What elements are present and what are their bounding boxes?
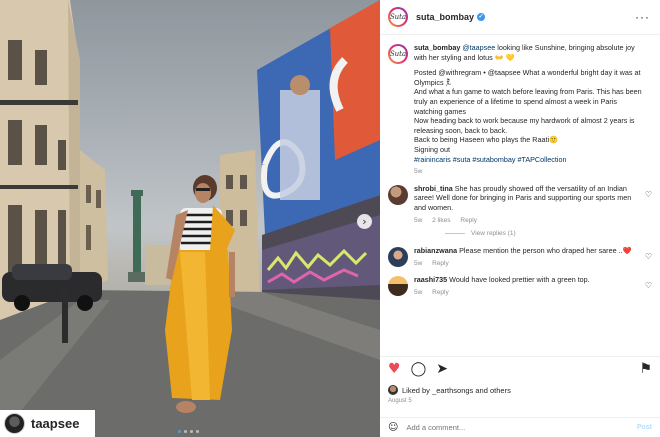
comment-time: 5w [414, 259, 423, 267]
post-actions-bar: ♥ ◯ ➤ ⚑ [380, 356, 660, 380]
tagged-user-chip[interactable]: taapsee [0, 410, 95, 437]
author-avatar[interactable]: Suta [388, 7, 408, 27]
comment-icon[interactable]: ◯ [411, 362, 427, 376]
tagged-user-avatar [4, 413, 25, 434]
share-icon[interactable]: ➤ [436, 362, 448, 376]
emoji-icon[interactable]: ☺ [388, 422, 398, 433]
author-username[interactable]: suta_bombay [416, 12, 474, 22]
caption-line: Back to being Haseen who plays the Raati… [414, 135, 558, 145]
comment-text: Would have looked prettier with a green … [449, 275, 590, 285]
tagged-username: taapsee [31, 416, 80, 431]
commenter-avatar[interactable] [388, 184, 408, 205]
comment-username[interactable]: rabianzwana [414, 246, 457, 255]
street-scene-illustration [0, 0, 380, 437]
post-header: Suta suta_bombay ✓ ··· [380, 0, 660, 35]
comment-like-icon[interactable]: ♡ [645, 190, 652, 199]
comment-time: 5w [414, 216, 423, 224]
carousel-dot [190, 430, 193, 433]
comment-text: Please mention the person who draped her… [459, 246, 632, 256]
caption-line: Signing out [414, 144, 450, 154]
comment-time: 5w [414, 288, 423, 296]
carousel-indicator [178, 430, 199, 433]
commenter-avatar[interactable] [388, 247, 408, 268]
comment-username[interactable]: shrobi_tina [414, 184, 453, 193]
comment-likes[interactable]: 2 likes [432, 217, 450, 224]
comment-item: shrobi_tina She has proudly showed off t… [388, 184, 652, 225]
add-comment-input[interactable] [406, 423, 629, 432]
post-photo[interactable]: › taapsee [0, 0, 380, 437]
comment-item: rabianzwana Please mention the person wh… [388, 246, 652, 268]
caption-mention[interactable]: @taapsee [462, 43, 495, 52]
likes-text: Liked by _earthsongs and others [402, 385, 511, 395]
liker-avatar [388, 385, 398, 395]
carousel-dot [178, 430, 181, 433]
heart-filled-icon[interactable]: ♥ [388, 362, 401, 376]
add-comment-bar: ☺ Post [380, 417, 660, 437]
comment-like-icon[interactable]: ♡ [645, 252, 652, 261]
reply-button[interactable]: Reply [432, 289, 449, 296]
caption: Suta suta_bombay @taapsee looking like S… [388, 43, 652, 177]
carousel-dot [184, 430, 187, 433]
commenter-avatar[interactable] [388, 276, 408, 297]
verified-badge-icon: ✓ [477, 13, 486, 21]
caption-emojis: 👐 💛 [494, 52, 515, 62]
comment-item: raashi735 Would have looked prettier wit… [388, 275, 652, 297]
comment-like-icon[interactable]: ♡ [645, 281, 652, 290]
post-sidebar: Suta suta_bombay ✓ ··· Suta suta_bombay … [380, 0, 660, 437]
bookmark-icon[interactable]: ⚑ [639, 362, 652, 376]
caption-line: Now heading back to work because my hard… [414, 116, 635, 135]
reply-button[interactable]: Reply [460, 217, 477, 224]
caption-line: Posted @withregram • @taapsee What a won… [414, 68, 641, 87]
caption-time: 5w [414, 168, 423, 176]
post-date: August 5 [388, 398, 412, 404]
likes-summary[interactable]: Liked by _earthsongs and others [388, 385, 511, 395]
caption-line: And what a fun game to watch before leav… [414, 87, 642, 116]
view-replies-button[interactable]: View replies (1) [445, 230, 652, 237]
caption-hashtags[interactable]: #rainincaris #suta #sutabombay #TAPColle… [414, 155, 642, 165]
comments-list: Suta suta_bombay @taapsee looking like S… [380, 35, 660, 363]
caption-author-avatar[interactable]: Suta [388, 44, 408, 64]
more-options-icon[interactable]: ··· [635, 10, 650, 24]
reply-button[interactable]: Reply [432, 260, 449, 267]
comment-username[interactable]: raashi735 [414, 275, 447, 284]
next-image-button[interactable]: › [357, 214, 372, 229]
caption-username[interactable]: suta_bombay [414, 43, 460, 52]
carousel-dot [196, 430, 199, 433]
post-comment-button[interactable]: Post [637, 424, 652, 431]
